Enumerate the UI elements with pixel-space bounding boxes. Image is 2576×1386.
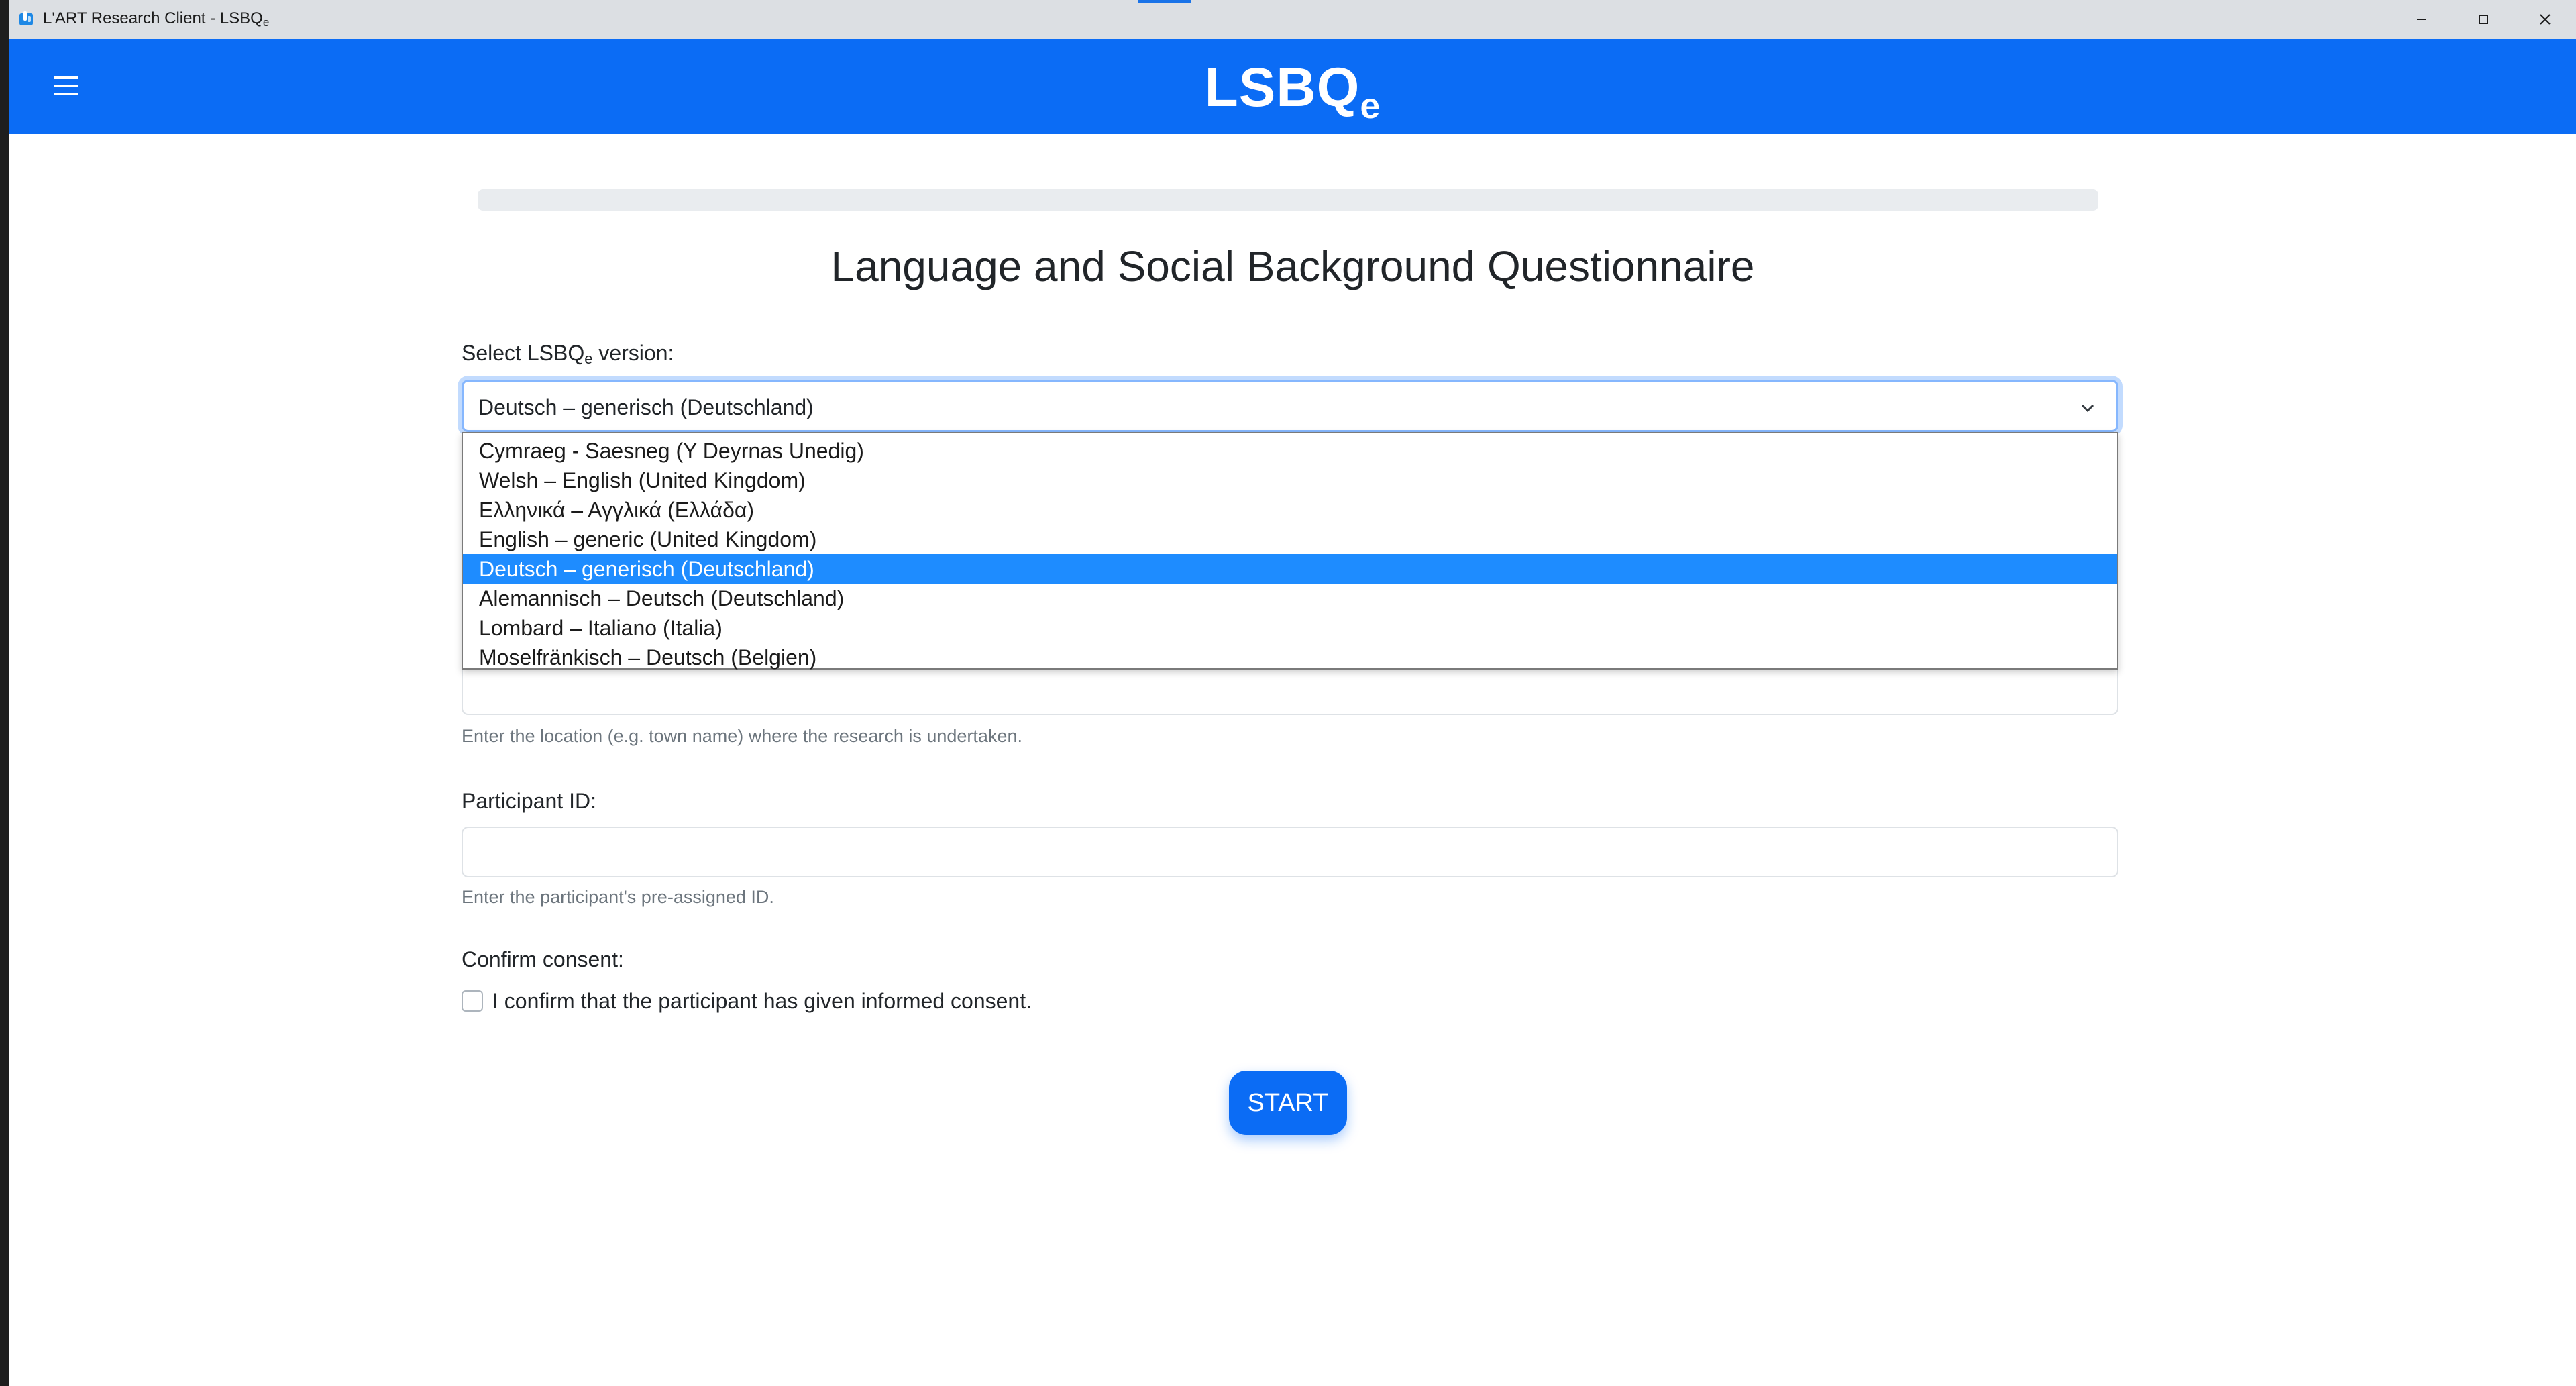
window-title: L'ART Research Client - LSBQe	[43, 9, 270, 29]
dropdown-option[interactable]: Alemannisch – Deutsch (Deutschland)	[463, 584, 2117, 613]
progress-bar	[478, 189, 2098, 211]
consent-checkbox[interactable]	[462, 990, 483, 1012]
participant-id-help-text: Enter the participant's pre-assigned ID.	[462, 887, 774, 907]
app-logo-icon	[17, 10, 35, 28]
app-brand: LSBQe	[1204, 57, 1381, 126]
participant-id-label: Participant ID:	[462, 789, 596, 813]
app-header: LSBQe	[9, 39, 2576, 134]
dropdown-option[interactable]: Welsh – English (United Kingdom)	[463, 466, 2117, 495]
version-label: Select LSBQe version:	[462, 341, 674, 367]
version-select[interactable]: Deutsch – generisch (Deutschland)	[462, 380, 2118, 432]
close-button[interactable]	[2514, 0, 2576, 39]
consent-text[interactable]: I confirm that the participant has given…	[492, 989, 1032, 1014]
maximize-button[interactable]	[2453, 0, 2514, 39]
dropdown-option-selected[interactable]: Deutsch – generisch (Deutschland)	[463, 554, 2117, 584]
dropdown-option[interactable]: English – generic (United Kingdom)	[463, 525, 2117, 554]
dropdown-option[interactable]: Cymraeg - Saesneg (Y Deyrnas Unedig)	[463, 436, 2117, 466]
title-bar: L'ART Research Client - LSBQe	[9, 0, 2576, 39]
consent-label: Confirm consent:	[462, 947, 624, 971]
app-window: L'ART Research Client - LSBQe LSBQe Lang…	[9, 0, 2576, 1386]
start-button[interactable]: START	[1229, 1071, 1347, 1135]
close-icon	[2540, 14, 2551, 25]
dropdown-option[interactable]: Lombard – Italiano (Italia)	[463, 613, 2117, 643]
version-select-value: Deutsch – generisch (Deutschland)	[478, 395, 814, 419]
page-title: Language and Social Background Questionn…	[830, 242, 1755, 290]
maximize-icon	[2479, 15, 2488, 24]
dropdown-option[interactable]: Moselfränkisch – Deutsch (Belgien)	[463, 643, 2117, 672]
dropdown-option[interactable]: Ελληνικά – Αγγλικά (Ελλάδα)	[463, 495, 2117, 525]
version-dropdown-list: Cymraeg - Saesneg (Y Deyrnas Unedig) Wel…	[462, 432, 2118, 670]
participant-id-input[interactable]	[462, 827, 2118, 877]
location-help-text: Enter the location (e.g. town name) wher…	[462, 726, 1022, 746]
minimize-icon	[2417, 19, 2426, 20]
minimize-button[interactable]	[2391, 0, 2453, 39]
chevron-down-icon	[2078, 398, 2098, 418]
title-bar-accent	[1138, 0, 1191, 3]
